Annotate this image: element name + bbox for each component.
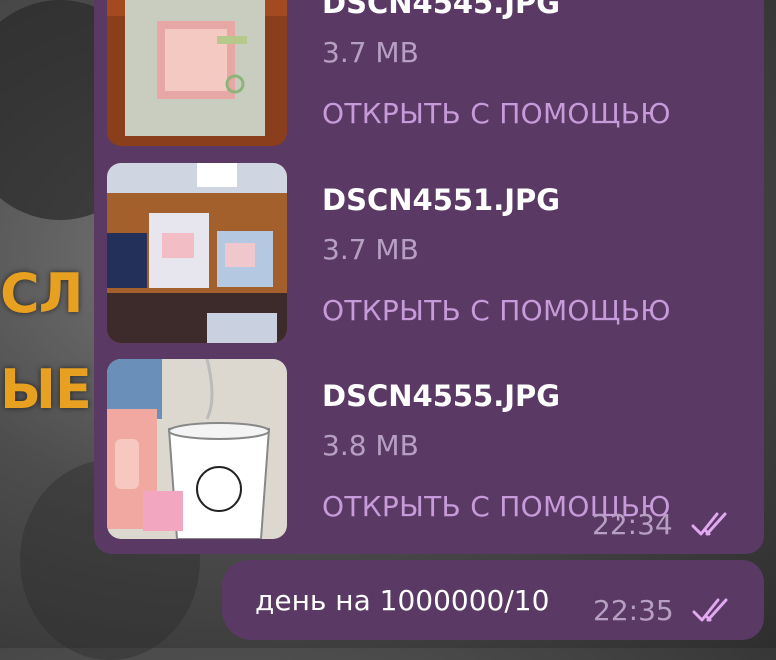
message-meta: 22:35: [593, 594, 736, 627]
message-text: день на 1000000/10: [255, 584, 550, 617]
wallpaper-text-line2: ЫЕ: [0, 358, 92, 421]
file-thumbnail[interactable]: [107, 0, 287, 146]
wallpaper-text-line1: СЛ: [0, 262, 83, 325]
message-time: 22:35: [593, 594, 674, 627]
file-thumbnail[interactable]: [107, 359, 287, 539]
open-with-button[interactable]: ОТКРЫТЬ С ПОМОЩЬЮ: [322, 97, 671, 130]
double-check-icon: [691, 512, 727, 535]
file-name: DSCN4551.JPG: [322, 183, 561, 217]
file-size: 3.7 MB: [322, 36, 419, 69]
message-meta: 22:34: [592, 508, 735, 541]
file-size: 3.8 MB: [322, 429, 419, 462]
file-thumbnail[interactable]: [107, 163, 287, 343]
message-time: 22:34: [592, 508, 673, 541]
file-item[interactable]: DSCN4545.JPG 3.7 MB ОТКРЫТЬ С ПОМОЩЬЮ: [107, 0, 747, 146]
file-size: 3.7 MB: [322, 233, 419, 266]
file-name: DSCN4555.JPG: [322, 379, 561, 413]
open-with-button[interactable]: ОТКРЫТЬ С ПОМОЩЬЮ: [322, 294, 671, 327]
double-check-icon: [692, 598, 728, 621]
file-name: DSCN4545.JPG: [322, 0, 561, 20]
file-item[interactable]: DSCN4551.JPG 3.7 MB ОТКРЫТЬ С ПОМОЩЬЮ: [107, 163, 747, 343]
